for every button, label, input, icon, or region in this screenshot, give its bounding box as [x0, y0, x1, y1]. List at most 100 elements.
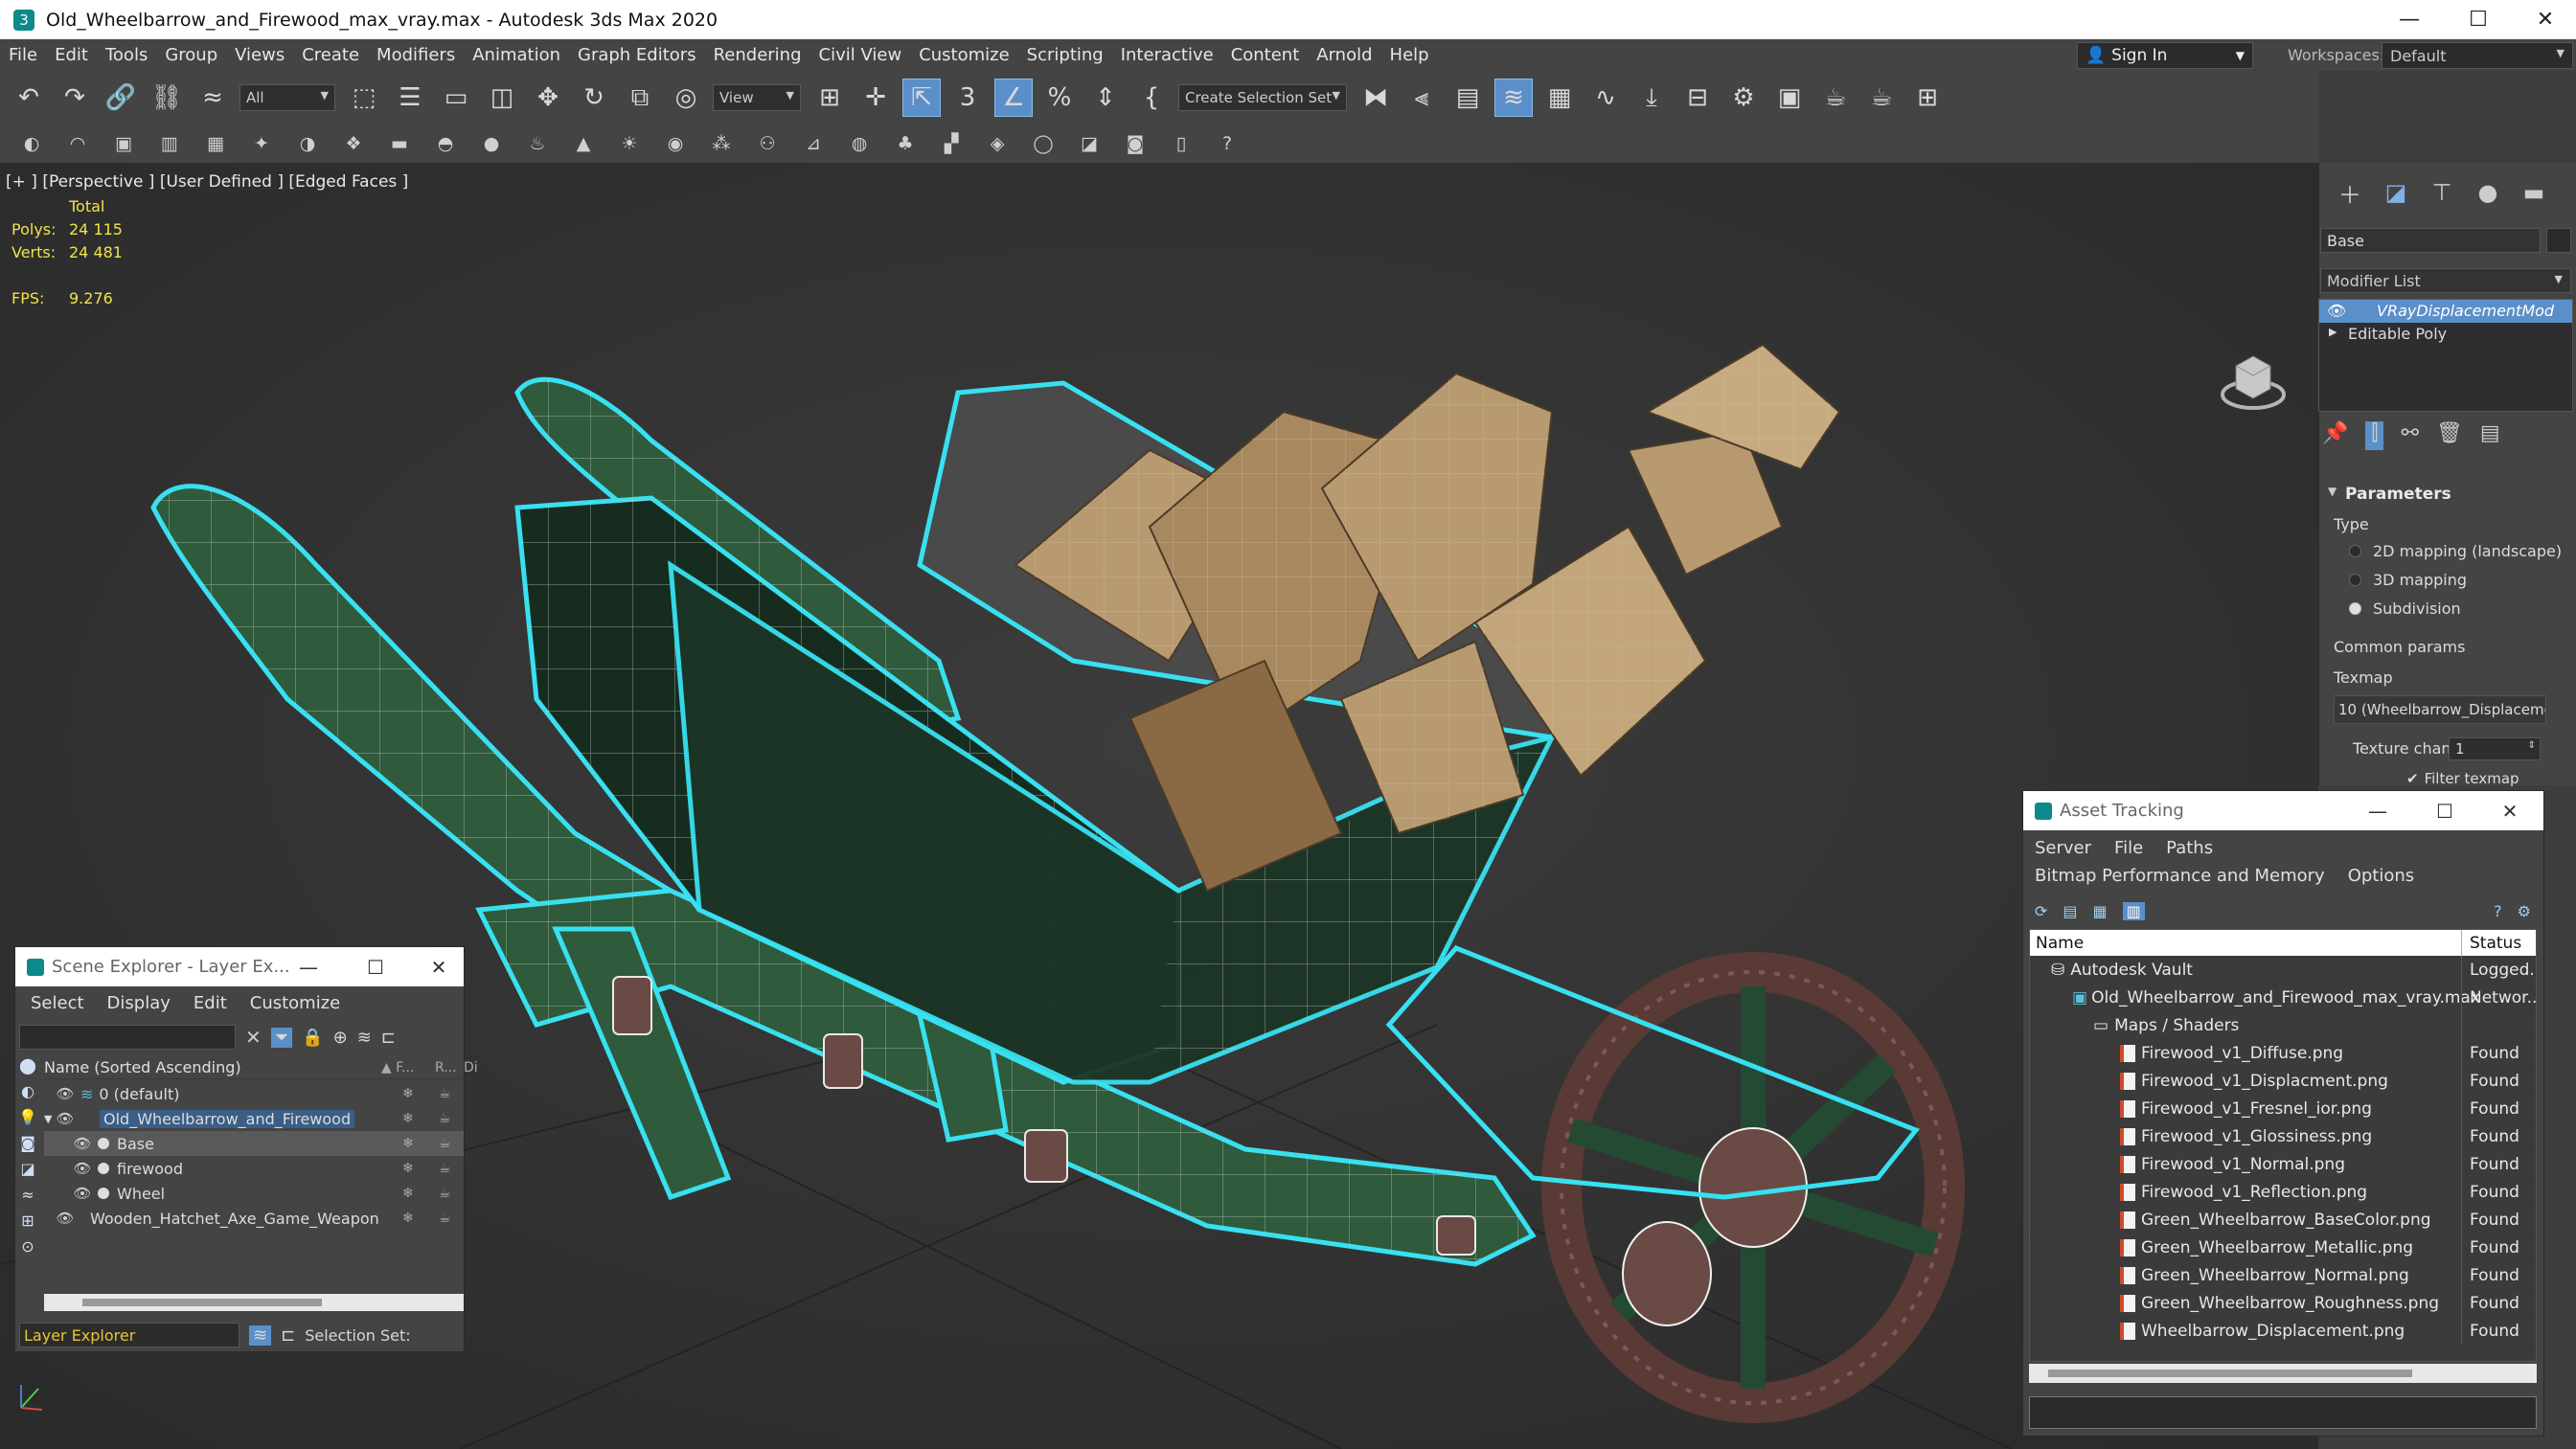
menu-rendering[interactable]: Rendering — [705, 45, 810, 65]
asset-row[interactable]: Green_Wheelbarrow_Roughness.png Found — [2030, 1289, 2536, 1318]
asset-row[interactable]: Firewood_v1_Reflection.png Found — [2030, 1178, 2536, 1207]
close-icon[interactable]: ✕ — [2512, 0, 2576, 39]
modifier-list-select[interactable]: Modifier List ▼ — [2320, 268, 2571, 293]
layers-icon[interactable]: ≋ — [357, 1028, 372, 1048]
asset-row[interactable]: Green_Wheelbarrow_Normal.png Found — [2030, 1261, 2536, 1290]
menu-modifiers[interactable]: Modifiers — [368, 45, 464, 65]
column-name[interactable]: Name — [2030, 934, 2084, 953]
select-manipulate-icon[interactable]: ✛ — [856, 79, 895, 117]
render-icon[interactable]: ☕ — [439, 1136, 451, 1151]
menu-edit[interactable]: Edit — [46, 45, 97, 65]
mirror-icon[interactable]: ⧓ — [1356, 79, 1395, 117]
tree-row[interactable]: 👁 Base ❄ ☕ — [44, 1131, 464, 1156]
render-production-icon[interactable]: ☕ — [1816, 79, 1855, 117]
freeze-icon[interactable]: ❄ — [402, 1211, 414, 1226]
create-tab-icon[interactable]: ＋ — [2327, 176, 2373, 209]
asset-row[interactable]: Firewood_v1_Normal.png Found — [2030, 1150, 2536, 1179]
rendered-frame-window-icon[interactable]: ▣ — [1770, 79, 1809, 117]
menu-create[interactable]: Create — [293, 45, 368, 65]
make-unique-icon[interactable]: ⚯ — [2401, 421, 2418, 450]
menu-views[interactable]: Views — [226, 45, 293, 65]
list-view-icon[interactable]: ▤ — [2063, 902, 2077, 920]
menu-server[interactable]: Server — [2035, 834, 2091, 862]
vray-sun-light-icon[interactable]: ☀ — [615, 129, 644, 158]
horizontal-scrollbar[interactable] — [44, 1294, 464, 1311]
hierarchy-icon[interactable]: ⊏ — [381, 1028, 396, 1048]
column-status[interactable]: Status — [2461, 930, 2536, 957]
object-color-swatch[interactable] — [2546, 228, 2571, 253]
asset-row[interactable]: Wheelbarrow_Displacement.png Found — [2030, 1317, 2536, 1346]
render-in-cloud-icon[interactable]: ⊞ — [1908, 79, 1947, 117]
scene-explorer-titlebar[interactable]: Scene Explorer - Layer Ex... — ☐ ✕ — [15, 947, 464, 986]
menu-paths[interactable]: Paths — [2166, 834, 2213, 862]
asset-row[interactable]: Firewood_v1_Glossiness.png Found — [2030, 1122, 2536, 1151]
display-tab-icon[interactable]: ▬ — [2511, 176, 2557, 209]
scale-icon[interactable]: ⧉ — [621, 79, 659, 117]
reference-coordinate-select[interactable]: View ▼ — [713, 84, 801, 111]
vray-sphere-icon[interactable]: ◍ — [845, 129, 874, 158]
settings-icon[interactable]: ⚙ — [2518, 902, 2531, 920]
spinner-snap-icon[interactable]: ⇕ — [1086, 79, 1125, 117]
vray-sun-icon[interactable]: ◑ — [293, 129, 322, 158]
layers-icon[interactable]: ≋ — [249, 1324, 272, 1346]
freeze-icon[interactable]: ❄ — [402, 1086, 414, 1101]
display-groups-icon[interactable]: ⊞ — [21, 1211, 34, 1230]
eye-icon[interactable]: 👁 — [56, 1210, 75, 1227]
horizontal-scrollbar[interactable] — [2029, 1364, 2537, 1383]
freeze-icon[interactable]: ❄ — [402, 1111, 414, 1126]
configure-modifier-sets-icon[interactable]: ▤ — [2480, 421, 2500, 450]
bind-space-warp-icon[interactable]: ≈ — [194, 79, 232, 117]
menu-content[interactable]: Content — [1222, 45, 1309, 65]
vray-light-lister-icon[interactable]: ▦ — [201, 129, 230, 158]
vray-proxy-icon[interactable]: ⚇ — [753, 129, 782, 158]
search-input[interactable] — [19, 1025, 236, 1050]
window-crossing-icon[interactable]: ◫ — [483, 79, 521, 117]
ribbon-toggle-icon[interactable]: ▦ — [1540, 79, 1579, 117]
eye-icon[interactable]: 👁 — [73, 1135, 92, 1152]
render-icon[interactable]: ☕ — [439, 1086, 451, 1101]
unlink-icon[interactable]: ⛓ — [148, 79, 186, 117]
spinner-arrows-icon[interactable]: ⇕ — [2528, 740, 2536, 751]
tree-row[interactable]: 👁 ≋ 0 (default) ❄ ☕ — [44, 1081, 464, 1106]
menu-edit[interactable]: Edit — [194, 993, 227, 1013]
parameters-rollout-title[interactable]: Parameters — [2345, 485, 2451, 504]
vray-settings-icon[interactable]: ▯ — [1167, 129, 1196, 158]
stack-item-vraydisplacementmod[interactable]: 👁 VRayDisplacementMod — [2319, 300, 2572, 323]
filter-icon[interactable]: ⏷ — [270, 1027, 293, 1048]
workspace-select[interactable]: Default ▼ — [2382, 42, 2573, 69]
clear-search-icon[interactable]: ✕ — [245, 1026, 262, 1049]
eye-icon[interactable]: 👁 — [56, 1110, 75, 1127]
rotate-icon[interactable]: ↻ — [575, 79, 613, 117]
display-cameras-icon[interactable]: ◙ — [20, 1134, 35, 1152]
render-icon[interactable]: ☕ — [439, 1186, 451, 1201]
table-view-icon[interactable]: ▦ — [2093, 902, 2108, 920]
tree-row[interactable]: 👁 Wheel ❄ ☕ — [44, 1181, 464, 1206]
close-icon[interactable]: ✕ — [2481, 791, 2539, 830]
type-option-subdivision[interactable]: Subdivision — [2349, 600, 2461, 618]
render-icon[interactable]: ☕ — [439, 1211, 451, 1226]
vray-clipper-icon[interactable]: ◈ — [983, 129, 1012, 158]
freeze-icon[interactable]: ❄ — [402, 1136, 414, 1151]
pin-stack-icon[interactable]: 📌 — [2322, 421, 2348, 450]
filter-texmap-checkbox[interactable]: ✔ Filter texmap — [2406, 770, 2519, 787]
menu-file[interactable]: File — [2114, 834, 2143, 862]
percent-snap-icon[interactable]: % — [1040, 79, 1079, 117]
help-icon[interactable]: ? — [1213, 129, 1242, 158]
vray-grass-icon[interactable]: ♣ — [891, 129, 920, 158]
select-by-name-icon[interactable]: ☰ — [391, 79, 429, 117]
vray-material-icon[interactable]: ◯ — [1029, 129, 1058, 158]
pivot-point-icon[interactable]: ⊞ — [810, 79, 849, 117]
maximize-icon[interactable]: ☐ — [2445, 0, 2512, 39]
menu-customize[interactable]: Customize — [250, 993, 340, 1013]
asset-row[interactable]: Firewood_v1_Diffuse.png Found — [2030, 1039, 2536, 1068]
minimize-icon[interactable]: — — [2349, 791, 2406, 830]
render-icon[interactable]: ☕ — [439, 1111, 451, 1126]
vray-camera-icon[interactable]: ◙ — [1121, 129, 1150, 158]
refresh-icon[interactable]: ⟳ — [2035, 902, 2047, 920]
vray-render-icon[interactable]: ◐ — [17, 129, 46, 158]
select-object-icon[interactable]: ⬚ — [345, 79, 383, 117]
material-editor-icon[interactable]: ⊟ — [1678, 79, 1717, 117]
asset-tracking-titlebar[interactable]: Asset Tracking — ☐ ✕ — [2023, 791, 2543, 830]
tree-row[interactable]: 👁 Wooden_Hatchet_Axe_Game_Weapon ❄ ☕ — [44, 1206, 464, 1231]
render-iterative-icon[interactable]: ☕ — [1862, 79, 1901, 117]
